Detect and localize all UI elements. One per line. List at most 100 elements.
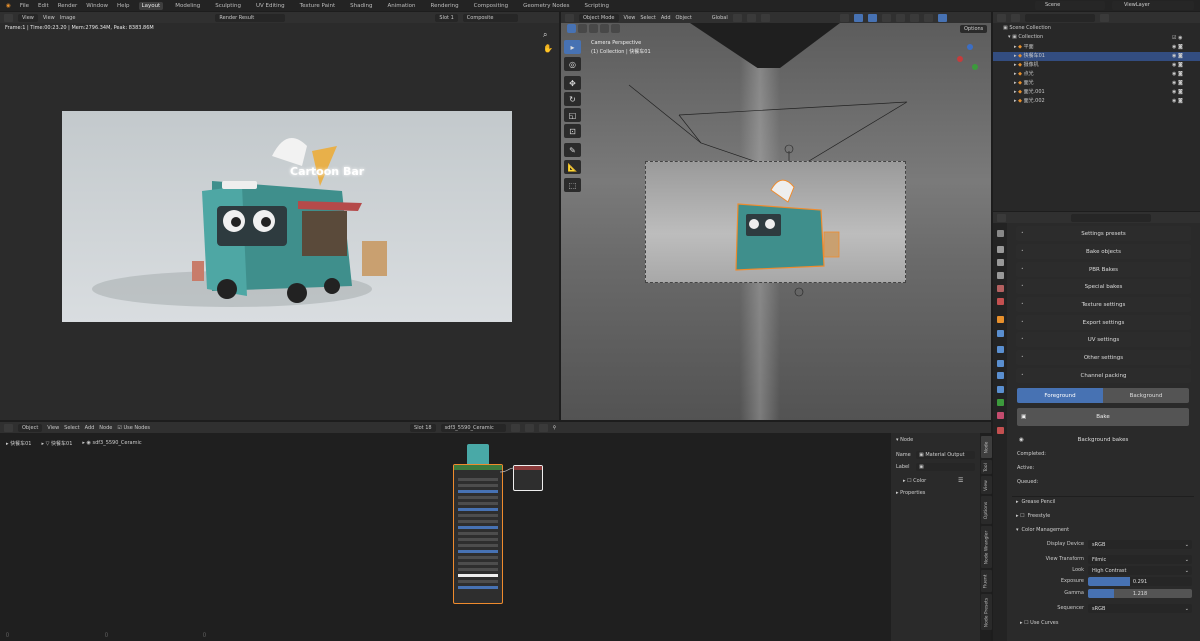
sequencer-select[interactable]: sRGB ⌄	[1088, 604, 1192, 613]
channel-packing-panel[interactable]: • Channel packing	[1016, 368, 1191, 383]
gizmo-y-icon[interactable]	[972, 64, 978, 70]
copy-material-icon[interactable]	[524, 423, 534, 432]
editor-type-icon[interactable]	[4, 13, 13, 22]
viewport-select-menu[interactable]: Select	[640, 15, 655, 21]
transform-orientation-selector[interactable]: Global	[712, 15, 728, 21]
other-settings-panel[interactable]: • Other settings	[1016, 350, 1191, 365]
gamma-slider[interactable]: 1.218	[1088, 589, 1192, 598]
object-data-tab-icon[interactable]	[997, 386, 1004, 393]
node-color-panel[interactable]: ▸ ☐ Color	[903, 478, 926, 484]
object-mode-selector[interactable]: Object Mode	[579, 13, 619, 22]
object-tab-icon[interactable]	[997, 316, 1004, 323]
constraints-tab-icon[interactable]	[997, 372, 1004, 379]
tab-geometry-nodes[interactable]: Geometry Nodes	[520, 2, 572, 10]
node-properties-panel[interactable]: ▸ Properties	[896, 490, 925, 496]
tab-uv-editing[interactable]: UV Editing	[253, 2, 288, 10]
node-editor-type-icon[interactable]	[4, 423, 13, 432]
material-slot-selector[interactable]: Slot 18	[410, 423, 436, 432]
slot-selector[interactable]: Slot 1	[435, 13, 458, 22]
background-button[interactable]: Background	[1103, 388, 1189, 403]
view-layer-selector[interactable]: ViewLayer	[1112, 1, 1194, 10]
material-tab-icon[interactable]	[997, 412, 1004, 419]
grease-pencil-panel[interactable]: ▸ Grease Pencil	[1012, 496, 1194, 507]
tab-modeling[interactable]: Modeling	[172, 2, 203, 10]
freestyle-panel[interactable]: ▸ ☐ Freestyle	[1012, 510, 1194, 521]
tab-rendering[interactable]: Rendering	[428, 2, 462, 10]
image-view2-menu[interactable]: View	[43, 15, 55, 21]
tab-compositing[interactable]: Compositing	[471, 2, 511, 10]
bake-button[interactable]: ▣ Bake	[1017, 408, 1189, 426]
properties-editor-type-icon[interactable]	[997, 213, 1006, 222]
export-settings-panel[interactable]: • Export settings	[1016, 315, 1191, 330]
tab-animation[interactable]: Animation	[384, 2, 418, 10]
outliner-visibility-icons[interactable]: ☑ ◉ ◉ ◙ ◉ ◙ ◉ ◙ ◉ ◙ ◉ ◙ ◉ ◙ ◉ ◙	[1172, 34, 1194, 106]
display-mode-icon[interactable]	[1011, 13, 1020, 22]
material-name-field[interactable]: sdf3_5590_Ceramic	[440, 423, 506, 432]
principled-bsdf-node[interactable]	[453, 464, 503, 604]
tab-fluent[interactable]: Fluent	[981, 570, 992, 592]
unlink-material-icon[interactable]	[538, 423, 548, 432]
node-view-menu[interactable]: View	[47, 425, 59, 431]
collection-row[interactable]: ▾ ▣ Collection	[1008, 34, 1043, 40]
shading-solid-icon[interactable]	[909, 13, 919, 22]
menu-file[interactable]: File	[20, 3, 29, 9]
tab-texture-paint[interactable]: Texture Paint	[297, 2, 339, 10]
outliner-item[interactable]: ▸ ◆ 面光.001	[1014, 88, 1045, 95]
node-add-menu[interactable]: Add	[85, 425, 95, 431]
tab-node[interactable]: Node	[981, 436, 992, 458]
breadcrumb-object[interactable]: ▸ 快餐车01	[6, 440, 31, 447]
node-color-list-icon[interactable]: ☰	[958, 477, 963, 484]
node-object-selector[interactable]: Object	[18, 423, 43, 432]
outliner-item[interactable]: ▸ ◆ 面光	[1014, 79, 1034, 86]
pin-icon[interactable]: ⚲	[553, 425, 557, 431]
tab-tool[interactable]: Tool	[981, 460, 992, 474]
outliner-item[interactable]: ▸ ◆ 快餐车01	[1014, 52, 1045, 59]
shading-material-icon[interactable]	[923, 13, 933, 22]
tab-node-wrangler[interactable]: Node Wrangler	[981, 526, 992, 568]
scene-collection-row[interactable]: ▣ Scene Collection	[1003, 25, 1051, 31]
shading-rendered-icon[interactable]	[937, 13, 947, 22]
modifier-tab-icon[interactable]	[997, 330, 1004, 337]
look-select[interactable]: High Contrast ⌄	[1088, 566, 1192, 575]
gizmo-icon[interactable]	[853, 13, 863, 22]
exposure-slider[interactable]: 0.291	[1088, 577, 1192, 586]
special-bakes-panel[interactable]: • Special bakes	[1016, 279, 1191, 294]
particles-tab-icon[interactable]	[997, 346, 1004, 353]
tab-view[interactable]: View	[981, 476, 992, 494]
menu-help[interactable]: Help	[117, 3, 130, 9]
proportional-edit-icon[interactable]	[760, 13, 770, 22]
outliner-item[interactable]: ▸ ◆ 面光.002	[1014, 97, 1045, 104]
breadcrumb-material[interactable]: ▸ ◉ sdf3_5590_Ceramic	[82, 440, 141, 447]
xray-icon[interactable]	[881, 13, 891, 22]
viewport-view-menu[interactable]: View	[624, 15, 636, 21]
composite-selector[interactable]: Composite	[462, 13, 518, 22]
output-tab-icon[interactable]	[997, 259, 1004, 266]
pivot-icon[interactable]	[732, 13, 742, 22]
display-device-select[interactable]: sRGB ⌄	[1088, 540, 1192, 549]
scene-tab-icon[interactable]	[997, 285, 1004, 292]
tab-scripting[interactable]: Scripting	[582, 2, 612, 10]
texture-tab-icon[interactable]	[997, 427, 1004, 434]
overlay-icon[interactable]	[867, 13, 877, 22]
color-management-panel[interactable]: ▾ Color Management	[1012, 524, 1194, 535]
tab-node-presets[interactable]: Node Presets	[981, 594, 992, 630]
outliner-item[interactable]: ▸ ◆ 平面	[1014, 43, 1034, 50]
viewport-object-menu[interactable]: Object	[676, 15, 692, 21]
menu-render[interactable]: Render	[58, 3, 78, 9]
texture-settings-panel[interactable]: • Texture settings	[1016, 297, 1191, 312]
breadcrumb-mesh[interactable]: ▸ ▽ 快餐车01	[41, 440, 72, 447]
scene-selector[interactable]: Scene	[1035, 1, 1105, 10]
node-panel-header[interactable]: ▾ Node	[896, 437, 913, 443]
properties-search-input[interactable]	[1071, 213, 1151, 222]
mesh-data-tab-icon[interactable]	[997, 399, 1004, 406]
navigation-gizmo[interactable]	[952, 42, 988, 78]
menu-edit[interactable]: Edit	[38, 3, 49, 9]
view-layer-tab-icon[interactable]	[997, 272, 1004, 279]
node-label-input[interactable]: ▣	[916, 463, 975, 471]
outliner-editor-type-icon[interactable]	[997, 13, 1006, 22]
render-tab-icon[interactable]	[997, 246, 1004, 253]
viewport-add-menu[interactable]: Add	[661, 15, 671, 21]
gizmo-z-icon[interactable]	[967, 44, 973, 50]
outliner-item[interactable]: ▸ ◆ 点光	[1014, 70, 1034, 77]
tab-sculpting[interactable]: Sculpting	[212, 2, 244, 10]
